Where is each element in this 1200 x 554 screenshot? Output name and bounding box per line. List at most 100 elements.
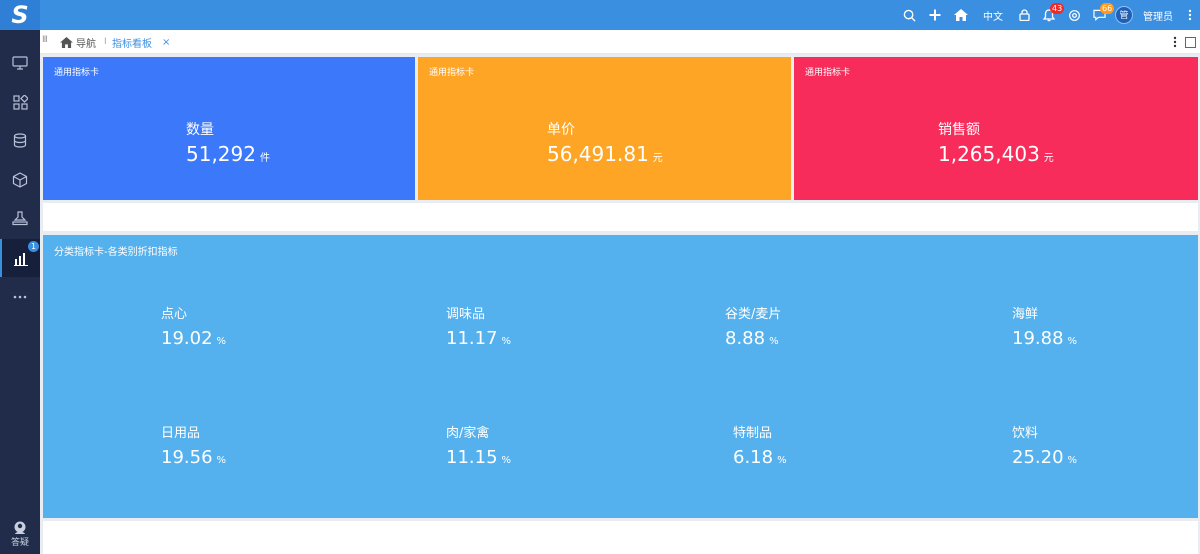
top-bar: S 中文 43 66 管 管理员 <box>0 0 1200 30</box>
category-value-number: 6.18 <box>733 447 774 468</box>
monitor-icon <box>12 56 28 70</box>
more-vertical-icon <box>1188 9 1192 21</box>
sidebar-item-more[interactable] <box>0 278 40 316</box>
language-switch[interactable]: 中文 <box>974 0 1012 30</box>
logo-mark: S <box>11 1 29 29</box>
category-unit: % <box>1067 336 1078 347</box>
category-value-number: 11.15 <box>446 447 498 468</box>
category-value-number: 25.20 <box>1012 447 1064 468</box>
category-value-number: 19.02 <box>161 328 213 349</box>
more-vertical-icon[interactable] <box>1173 36 1177 48</box>
sidebar-item-monitor[interactable] <box>0 44 40 82</box>
category-unit: % <box>216 455 227 466</box>
category-label: 肉/家禽 <box>446 426 490 441</box>
category-item: 谷类/麦片 8.88% <box>725 307 781 354</box>
home-icon <box>954 9 968 21</box>
messages-button[interactable]: 66 <box>1086 0 1115 30</box>
card-value-number: 51,292 <box>186 142 256 166</box>
empty-panel <box>43 521 1198 554</box>
card-title: 通用指标卡 <box>54 68 100 78</box>
help-label: 答疑 <box>10 537 29 548</box>
help-button[interactable]: 答疑 <box>0 514 40 554</box>
metric-card-unit-price[interactable]: 通用指标卡 单价 56,491.81 元 <box>418 57 791 200</box>
panel-title: 分类指标卡-各类别折扣指标 <box>54 247 178 258</box>
card-title: 通用指标卡 <box>429 68 475 78</box>
card-label: 销售额 <box>938 122 980 138</box>
category-metric-panel[interactable]: 分类指标卡-各类别折扣指标 点心 19.02% 调味品 11.17% 谷类/麦片… <box>43 235 1198 518</box>
lock-icon <box>1018 9 1030 21</box>
sidebar: 1 答疑 <box>0 30 40 554</box>
sidebar-item-model[interactable] <box>0 161 40 199</box>
card-value: 56,491.81 元 <box>547 142 663 166</box>
tab-bar-handle[interactable]: III <box>42 35 48 45</box>
database-icon <box>13 133 26 148</box>
close-icon[interactable]: × <box>162 37 170 48</box>
category-item: 特制品 6.18% <box>733 426 787 473</box>
app-logo[interactable]: S <box>0 0 40 30</box>
sidebar-item-dashboard[interactable]: 1 <box>0 239 40 277</box>
tab-home[interactable]: 导航 <box>60 30 96 54</box>
notifications-button[interactable]: 43 <box>1036 0 1065 30</box>
user-avatar-button[interactable]: 管 <box>1112 0 1136 30</box>
user-menu[interactable]: 管理员 <box>1136 0 1180 30</box>
category-item: 点心 19.02% <box>161 307 226 354</box>
search-button[interactable] <box>896 0 922 30</box>
home-button[interactable] <box>948 0 974 30</box>
cube-icon <box>12 172 28 188</box>
category-unit: % <box>216 336 227 347</box>
category-value: 19.02% <box>161 327 226 354</box>
empty-panel <box>43 203 1198 231</box>
sidebar-item-data[interactable] <box>0 122 40 160</box>
card-label: 单价 <box>547 122 575 138</box>
plus-icon <box>929 9 941 21</box>
card-unit: 元 <box>652 153 663 164</box>
category-value: 8.88% <box>725 327 781 354</box>
tab-dashboard[interactable]: 指标看板 × <box>112 30 170 54</box>
category-value-number: 8.88 <box>725 328 766 349</box>
settings-button[interactable] <box>1062 0 1086 30</box>
top-toolbar: 中文 43 66 管 管理员 <box>896 0 1200 30</box>
gear-icon <box>1068 9 1080 21</box>
search-icon <box>903 9 916 22</box>
top-more-button[interactable] <box>1180 0 1200 30</box>
fullscreen-icon[interactable] <box>1185 36 1196 48</box>
category-value: 11.17% <box>446 327 511 354</box>
card-label: 数量 <box>186 122 214 138</box>
language-label: 中文 <box>983 11 1003 23</box>
user-name: 管理员 <box>1143 11 1173 23</box>
metric-card-quantity[interactable]: 通用指标卡 数量 51,292 件 <box>43 57 415 200</box>
category-item: 肉/家禽 11.15% <box>446 426 511 473</box>
home-icon <box>60 36 73 48</box>
tab-dashboard-label: 指标看板 <box>112 38 152 50</box>
sidebar-item-apps[interactable] <box>0 83 40 121</box>
card-value: 51,292 件 <box>186 142 270 166</box>
card-value-number: 1,265,403 <box>938 142 1040 166</box>
category-label: 饮料 <box>1012 426 1039 441</box>
category-item: 海鲜 19.88% <box>1012 307 1077 354</box>
sidebar-item-approval[interactable] <box>0 200 40 238</box>
category-unit: % <box>501 336 512 347</box>
stamp-icon <box>12 211 28 226</box>
category-label: 特制品 <box>733 426 773 441</box>
category-item: 日用品 19.56% <box>161 426 226 473</box>
category-label: 点心 <box>161 307 188 322</box>
card-value: 1,265,403 元 <box>938 142 1054 166</box>
category-value: 11.15% <box>446 446 511 473</box>
card-value-number: 56,491.81 <box>547 142 649 166</box>
category-label: 日用品 <box>161 426 201 441</box>
category-value-number: 19.56 <box>161 447 213 468</box>
category-value: 6.18% <box>733 446 787 473</box>
category-item: 调味品 11.17% <box>446 307 511 354</box>
category-value: 25.20% <box>1012 446 1077 473</box>
card-unit: 件 <box>259 153 270 164</box>
add-button[interactable] <box>922 0 948 30</box>
sidebar-badge: 1 <box>28 241 39 252</box>
tab-separator: I <box>104 37 107 47</box>
lock-button[interactable] <box>1012 0 1036 30</box>
category-label: 谷类/麦片 <box>725 307 782 322</box>
avatar: 管 <box>1115 6 1133 24</box>
category-value-number: 11.17 <box>446 328 498 349</box>
metric-card-sales[interactable]: 通用指标卡 销售额 1,265,403 元 <box>794 57 1198 200</box>
category-label: 调味品 <box>446 307 486 322</box>
category-unit: % <box>1067 455 1078 466</box>
